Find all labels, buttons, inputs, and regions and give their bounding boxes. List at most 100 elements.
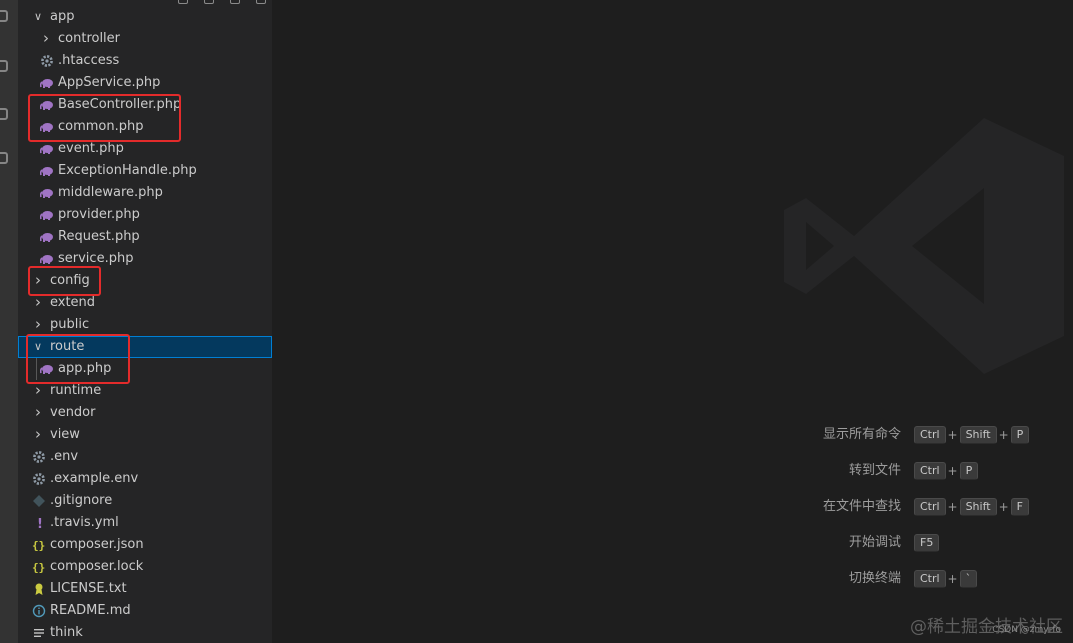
svg-text:!: !	[37, 517, 43, 530]
folder-item[interactable]: › vendor	[18, 402, 272, 424]
watermark-subtext: CSDN @zmyrfo	[992, 625, 1061, 635]
php-elephant-icon	[39, 142, 54, 156]
file-item[interactable]: .htaccess	[18, 50, 272, 72]
shortcut-label: 开始调试	[848, 535, 901, 550]
tree-item-label: controller	[58, 31, 121, 46]
plus-separator: +	[998, 428, 1009, 442]
new-folder-icon[interactable]	[204, 0, 214, 4]
plus-separator: +	[947, 572, 958, 586]
file-item[interactable]: middleware.php	[18, 182, 272, 204]
gear-icon	[32, 450, 46, 464]
svg-text:{}: {}	[32, 539, 45, 552]
keycap: `	[959, 570, 978, 588]
shortcut-label: 显示所有命令	[822, 427, 901, 442]
tree-item-label: .env	[50, 449, 79, 464]
info-icon	[32, 604, 46, 618]
refresh-icon[interactable]	[230, 0, 240, 4]
keycap: P	[1010, 426, 1030, 444]
tree-item-label: provider.php	[58, 207, 140, 222]
plus-separator: +	[947, 428, 958, 442]
tree-item-label: .travis.yml	[50, 515, 119, 530]
tree-item-label: middleware.php	[58, 185, 163, 200]
editor-empty-area: 显示所有命令 Ctrl + Shift + P 转到文件 Ctrl + P 在文件中查找 Ctrl + S…	[272, 0, 1073, 643]
shortcut-keys: Ctrl + Shift + P	[914, 426, 1030, 444]
keycap: F5	[914, 534, 940, 552]
vscode-logo-watermark	[784, 118, 1064, 374]
keycap: P	[959, 462, 979, 480]
shortcut-row: 切换终端 Ctrl + `	[272, 568, 1073, 590]
folder-item[interactable]: › view	[18, 424, 272, 446]
source-control-activity-icon[interactable]	[0, 108, 8, 120]
chevron-right-icon[interactable]: ›	[40, 28, 52, 50]
tree-item-label: LICENSE.txt	[50, 581, 127, 596]
tree-item-label: README.md	[50, 603, 131, 618]
keycap: Ctrl	[914, 462, 946, 480]
file-item[interactable]: README.md	[18, 600, 272, 622]
file-item[interactable]: .env	[18, 446, 272, 468]
tree-item-label: .htaccess	[58, 53, 120, 68]
file-item[interactable]: Request.php	[18, 226, 272, 248]
shortcut-label: 切换终端	[848, 571, 901, 586]
chevron-right-icon[interactable]: ›	[32, 314, 44, 336]
git-diamond-icon	[32, 494, 46, 508]
shortcut-row: 显示所有命令 Ctrl + Shift + P	[272, 424, 1073, 446]
shortcut-row: 转到文件 Ctrl + P	[272, 460, 1073, 482]
file-item[interactable]: think	[18, 622, 272, 643]
shortcut-keys: Ctrl + P	[914, 462, 979, 480]
shortcut-row: 开始调试 F5	[272, 532, 1073, 554]
lines-icon	[32, 626, 46, 640]
tree-item-label: .example.env	[50, 471, 139, 486]
tree-item-label: view	[50, 427, 80, 442]
file-item[interactable]: LICENSE.txt	[18, 578, 272, 600]
extensions-activity-icon[interactable]	[0, 152, 8, 164]
folder-item[interactable]: › controller	[18, 28, 272, 50]
keycap: F	[1010, 498, 1029, 516]
explorer-sidebar: ∨ app › controller .htaccess AppService.php Ba…	[18, 0, 272, 643]
gear-icon	[40, 54, 54, 68]
license-ribbon-icon	[32, 582, 46, 596]
shortcut-label: 在文件中查找	[822, 499, 901, 514]
braces-icon: {}	[32, 538, 46, 552]
collapse-all-icon[interactable]	[256, 0, 266, 4]
chevron-right-icon[interactable]: ›	[32, 424, 44, 446]
file-item[interactable]: AppService.php	[18, 72, 272, 94]
explorer-toolbar	[178, 0, 266, 4]
php-elephant-icon	[39, 164, 54, 178]
tree-item-label: Request.php	[58, 229, 140, 244]
new-file-icon[interactable]	[178, 0, 188, 4]
search-activity-icon[interactable]	[0, 60, 8, 72]
file-item[interactable]: provider.php	[18, 204, 272, 226]
plus-separator: +	[947, 464, 958, 478]
tree-item-label: public	[50, 317, 90, 332]
php-elephant-icon	[39, 252, 54, 266]
highlight-box-app-files	[28, 94, 181, 142]
keycap: Shift	[959, 426, 997, 444]
tree-item-label: composer.json	[50, 537, 144, 552]
explorer-activity-icon[interactable]	[0, 10, 8, 22]
php-elephant-icon	[39, 230, 54, 244]
tree-item-label: AppService.php	[58, 75, 161, 90]
chevron-right-icon[interactable]: ›	[32, 402, 44, 424]
plus-separator: +	[947, 500, 958, 514]
file-item[interactable]: {} composer.json	[18, 534, 272, 556]
file-item[interactable]: ExceptionHandle.php	[18, 160, 272, 182]
tree-item-label: app	[50, 9, 75, 24]
file-item[interactable]: {} composer.lock	[18, 556, 272, 578]
shortcut-label: 转到文件	[848, 463, 901, 478]
gear-icon	[32, 472, 46, 486]
chevron-down-icon[interactable]: ∨	[32, 6, 44, 28]
highlight-box-route	[26, 334, 130, 384]
shortcut-keys: Ctrl + `	[914, 570, 978, 588]
tree-item-label: .gitignore	[50, 493, 113, 508]
tree-item-label: think	[50, 625, 83, 640]
folder-item[interactable]: › public	[18, 314, 272, 336]
svg-text:{}: {}	[32, 561, 45, 574]
file-item[interactable]: .example.env	[18, 468, 272, 490]
plus-separator: +	[998, 500, 1009, 514]
shortcut-keys: F5	[914, 534, 940, 552]
exclamation-icon: !	[32, 516, 46, 532]
folder-item[interactable]: ∨ app	[18, 6, 272, 28]
keycap: Ctrl	[914, 498, 946, 516]
file-item[interactable]: .gitignore	[18, 490, 272, 512]
file-item[interactable]: ! .travis.yml	[18, 512, 272, 534]
